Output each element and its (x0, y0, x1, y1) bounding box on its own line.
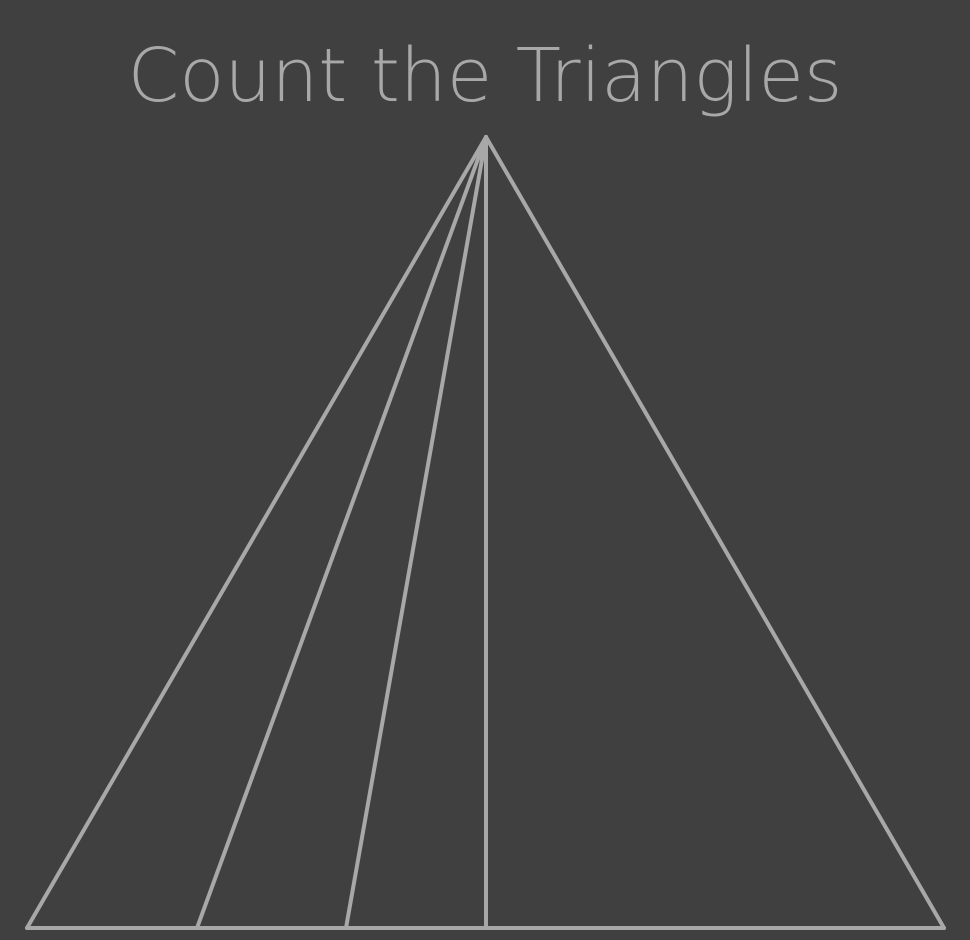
inner-line-1 (195, 135, 488, 930)
outer-right-side (484, 135, 946, 930)
triangle-figure (25, 135, 946, 930)
puzzle-canvas: Count the Triangles (0, 0, 970, 940)
